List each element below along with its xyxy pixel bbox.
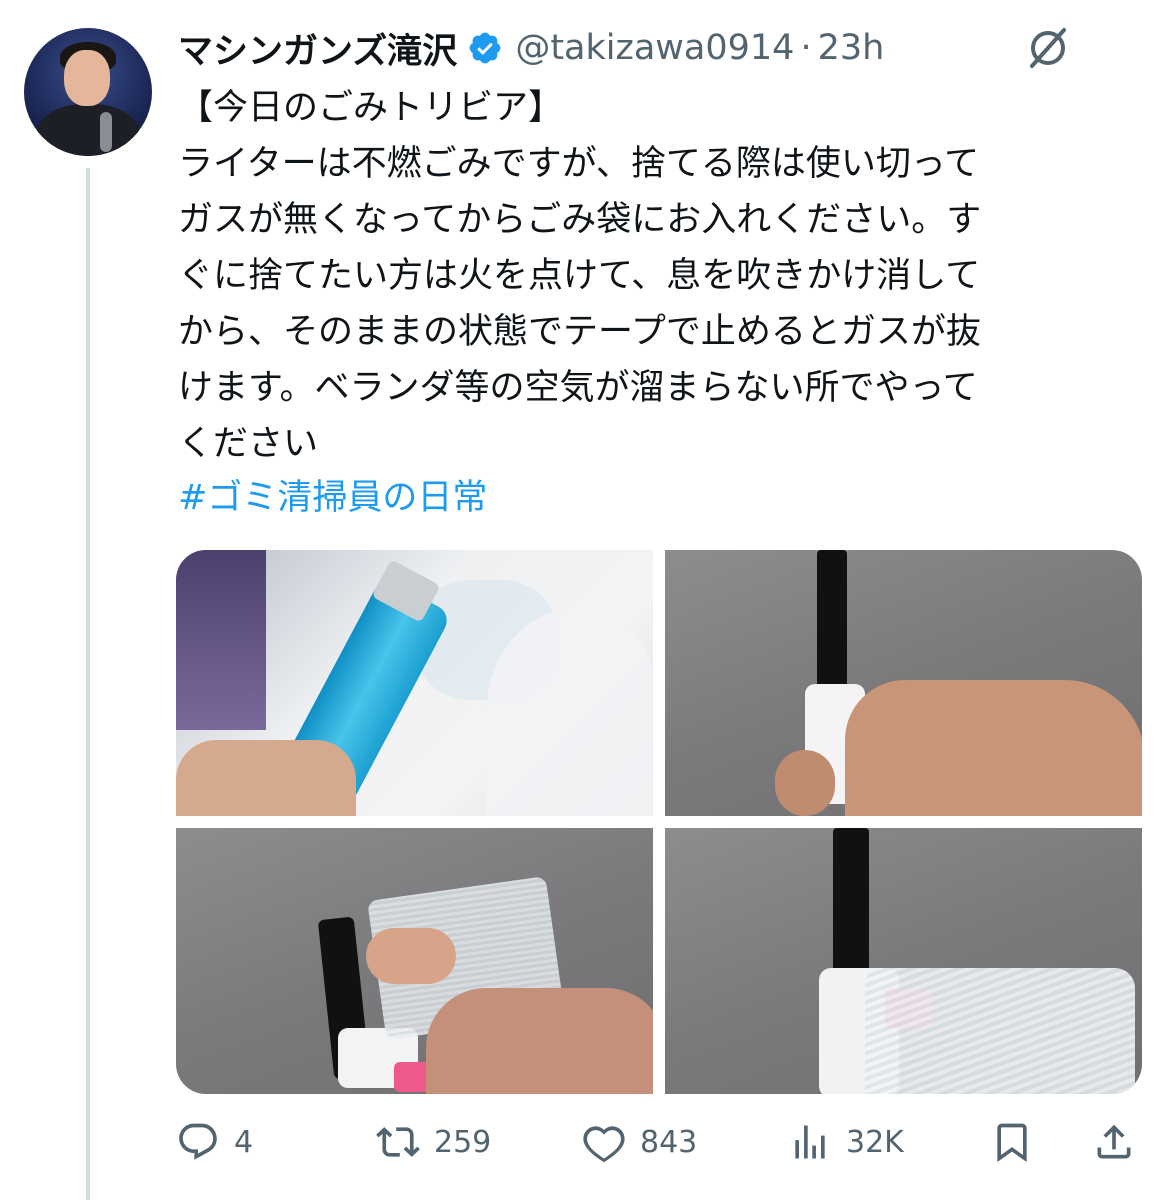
tweet-header: マシンガンズ滝沢 @takizawa0914 · 23h: [178, 22, 884, 74]
bookmark-icon: [997, 1123, 1027, 1163]
action-bar: 4 259 843 32K: [176, 1116, 1142, 1168]
views-icon: [795, 1125, 825, 1159]
timestamp[interactable]: 23h: [818, 28, 885, 68]
meta-separator: ·: [800, 28, 812, 68]
media-grid: [176, 550, 1142, 1094]
tweet-text: 【今日のごみトリビア】 ライターは不燃ごみですが、捨てる際は使い切って ガスが無…: [178, 88, 982, 464]
like-button[interactable]: 843: [582, 1116, 697, 1168]
reply-count: 4: [234, 1124, 254, 1160]
repost-count: 259: [434, 1124, 492, 1160]
like-icon: [583, 1126, 625, 1163]
share-button[interactable]: [1092, 1116, 1136, 1168]
verified-badge-icon: [469, 32, 501, 64]
repost-button[interactable]: 259: [376, 1116, 491, 1168]
photo-lighter-lit[interactable]: [665, 550, 1142, 816]
reply-icon: [179, 1123, 217, 1160]
views-count: 32K: [846, 1124, 904, 1160]
avatar[interactable]: [24, 28, 152, 156]
photo-lighter-in-trash[interactable]: [176, 550, 653, 816]
display-name[interactable]: マシンガンズ滝沢: [178, 23, 457, 74]
reply-button[interactable]: 4: [176, 1116, 253, 1168]
share-icon: [1097, 1124, 1131, 1159]
bookmark-button[interactable]: [990, 1116, 1034, 1168]
like-count: 843: [640, 1124, 698, 1160]
photo-tape-applied[interactable]: [176, 828, 653, 1094]
photo-lighter-taped[interactable]: [665, 828, 1142, 1094]
hashtag-link[interactable]: #ゴミ清掃員の日常: [178, 470, 487, 526]
grok-icon[interactable]: [1024, 24, 1072, 72]
thread-line: [86, 168, 90, 1200]
views-button[interactable]: 32K: [788, 1116, 904, 1168]
repost-icon: [376, 1127, 420, 1157]
user-handle[interactable]: @takizawa0914: [515, 28, 794, 68]
